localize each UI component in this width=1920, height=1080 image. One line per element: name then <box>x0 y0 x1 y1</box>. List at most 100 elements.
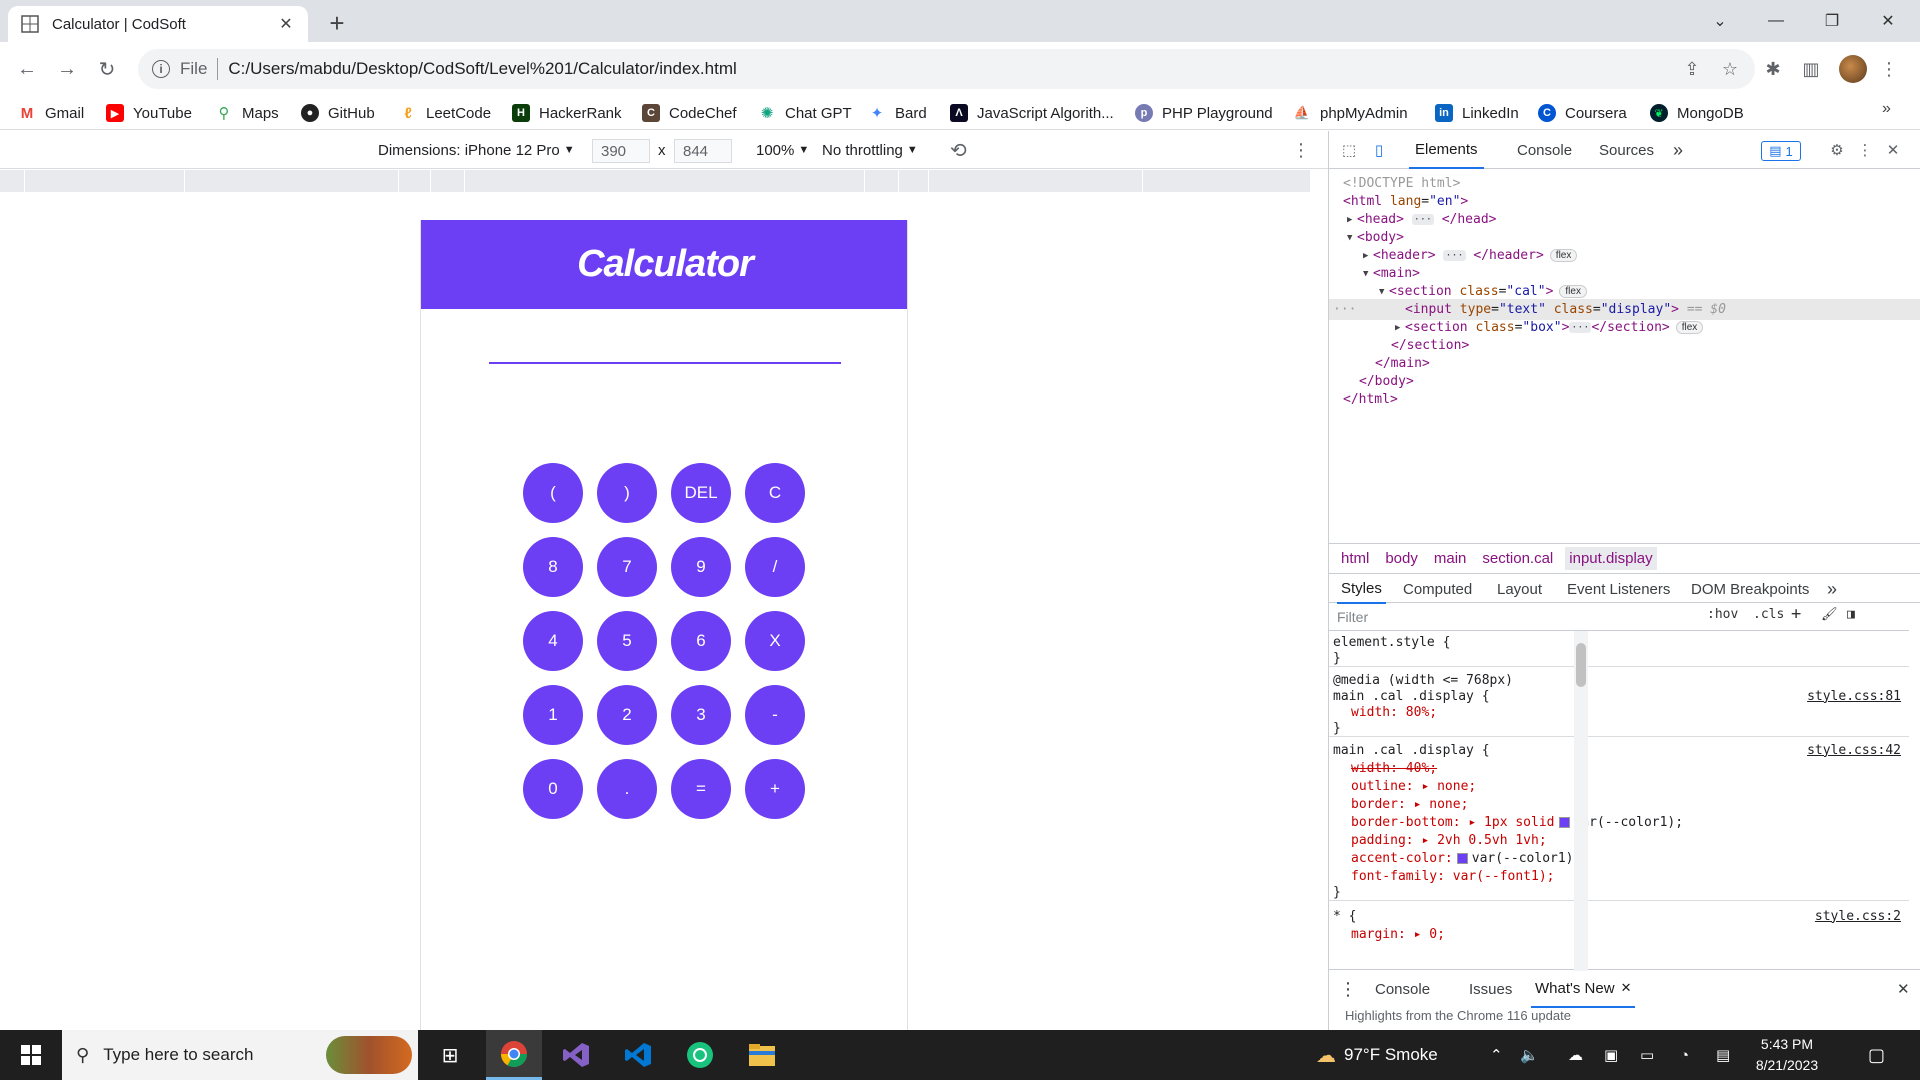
expand-triangle-icon[interactable]: ▶ <box>1395 323 1405 333</box>
toggle-sidebar-icon[interactable]: ◨ <box>1847 607 1855 622</box>
key-0[interactable]: 0 <box>523 759 583 819</box>
bookmark-bard[interactable]: ✦ Bard <box>868 100 927 126</box>
key-delete[interactable]: DEL <box>671 463 731 523</box>
tab-styles[interactable]: Styles <box>1337 574 1386 604</box>
source-link[interactable]: style.css:81 <box>1807 689 1901 704</box>
key-8[interactable]: 8 <box>523 537 583 597</box>
rotate-icon[interactable]: ⟲ <box>950 131 967 169</box>
device-width-input[interactable]: 390 <box>592 139 650 163</box>
tab-elements[interactable]: Elements <box>1409 131 1484 169</box>
profile-avatar[interactable] <box>1839 55 1867 83</box>
tab-layout[interactable]: Layout <box>1497 574 1542 604</box>
css-declaration[interactable]: width: 80%; <box>1333 703 1437 721</box>
collapse-triangle-icon[interactable]: ▼ <box>1347 233 1357 243</box>
hov-button[interactable]: :hov <box>1707 607 1738 622</box>
windows-start-icon[interactable] <box>10 1030 52 1080</box>
tab-computed[interactable]: Computed <box>1403 574 1472 604</box>
scrollbar-thumb[interactable] <box>1576 643 1586 687</box>
collapse-triangle-icon[interactable]: ▼ <box>1363 269 1373 279</box>
chatgpt-app-icon[interactable] <box>672 1030 728 1080</box>
vscode-icon[interactable] <box>610 1030 666 1080</box>
bookmark-youtube[interactable]: ▶ YouTube <box>106 100 192 126</box>
side-panel-icon[interactable]: ▥ <box>1794 52 1828 86</box>
more-tabs-icon[interactable]: » <box>1673 131 1683 169</box>
onedrive-icon[interactable]: ☁ <box>1568 1030 1583 1080</box>
inspect-element-icon[interactable]: ⬚ <box>1337 139 1361 161</box>
browser-tab[interactable]: Calculator | CodSoft ✕ <box>8 6 308 42</box>
bookmark-github[interactable]: ● GitHub <box>301 100 375 126</box>
calculator-display-input[interactable] <box>489 362 841 364</box>
breadcrumb-input-display[interactable]: input.display <box>1565 547 1657 570</box>
rule-selector[interactable]: * { <box>1333 909 1356 924</box>
bookmark-linkedin[interactable]: in LinkedIn <box>1435 100 1519 126</box>
css-declaration[interactable]: font-family: var(--font1); <box>1333 867 1555 885</box>
more-style-tabs-icon[interactable]: » <box>1827 574 1837 604</box>
rule-selector[interactable]: main .cal .display { <box>1333 743 1490 758</box>
task-view-icon[interactable]: ⊞ <box>422 1030 478 1080</box>
key-decimal[interactable]: . <box>597 759 657 819</box>
tab-console[interactable]: Console <box>1517 131 1572 169</box>
bookmark-phpmyadmin[interactable]: ⛵ phpMyAdmin <box>1293 100 1408 126</box>
bookmark-maps[interactable]: ⚲ Maps <box>215 100 279 126</box>
bookmark-mongodb[interactable]: ❦ MongoDB <box>1650 100 1744 126</box>
key-equals[interactable]: = <box>671 759 731 819</box>
bookmarks-overflow-icon[interactable]: » <box>1882 100 1891 118</box>
source-link[interactable]: style.css:42 <box>1807 743 1901 758</box>
ellipsis-badge[interactable]: ··· <box>1569 322 1592 333</box>
key-1[interactable]: 1 <box>523 685 583 745</box>
breadcrumb-body[interactable]: body <box>1381 547 1422 570</box>
css-declaration[interactable]: margin: ▸ 0; <box>1333 925 1445 943</box>
drawer-tab-issues[interactable]: Issues <box>1469 970 1512 1008</box>
zoom-select[interactable]: 100% ▼ <box>756 131 809 169</box>
device-dimensions-select[interactable]: Dimensions: iPhone 12 Pro ▼ <box>378 131 575 169</box>
css-declaration[interactable]: padding: ▸ 2vh 0.5vh 1vh; <box>1333 831 1547 849</box>
key-4[interactable]: 4 <box>523 611 583 671</box>
key-6[interactable]: 6 <box>671 611 731 671</box>
forward-icon[interactable]: → <box>50 52 84 86</box>
flex-badge[interactable]: flex <box>1675 321 1704 334</box>
key-5[interactable]: 5 <box>597 611 657 671</box>
bookmark-star-icon[interactable]: ☆ <box>1713 49 1747 89</box>
css-declaration[interactable]: accent-color: var(--color1); <box>1333 849 1581 867</box>
key-2[interactable]: 2 <box>597 685 657 745</box>
bookmark-codechef[interactable]: C CodeChef <box>642 100 737 126</box>
device-toolbar-menu-icon[interactable]: ⋮ <box>1292 131 1310 169</box>
ellipsis-badge[interactable]: ··· <box>1411 214 1434 225</box>
device-height-input[interactable]: 844 <box>674 139 732 163</box>
visual-studio-icon[interactable] <box>548 1030 604 1080</box>
tab-close-icon[interactable]: ✕ <box>276 14 296 34</box>
wifi-icon[interactable]: ◔ <box>1680 1030 1689 1080</box>
back-icon[interactable]: ← <box>10 52 44 86</box>
breadcrumb-section-cal[interactable]: section.cal <box>1478 547 1557 570</box>
info-icon[interactable]: i <box>152 60 170 78</box>
key-clear[interactable]: C <box>745 463 805 523</box>
paint-brush-icon[interactable]: 🖌 <box>1821 607 1838 622</box>
styles-scrollbar[interactable] <box>1574 631 1588 971</box>
close-tab-icon[interactable]: ✕ <box>1621 980 1632 996</box>
taskbar-search-box[interactable]: ⚲ Type here to search <box>62 1030 418 1080</box>
collapse-triangle-icon[interactable]: ▼ <box>1379 287 1389 297</box>
breadcrumb-html[interactable]: html <box>1337 547 1373 570</box>
extensions-icon[interactable]: ✱ <box>1756 52 1790 86</box>
share-icon[interactable]: ⇪ <box>1675 49 1709 89</box>
drawer-tab-whats-new[interactable]: What's New ✕ <box>1531 970 1636 1008</box>
ellipsis-badge[interactable]: ··· <box>1443 250 1466 261</box>
bookmark-javascript-algorithms[interactable]: Λ JavaScript Algorith... <box>950 100 1114 126</box>
tab-sources[interactable]: Sources <box>1599 131 1654 169</box>
bookmark-hackerrank[interactable]: H HackerRank <box>512 100 622 126</box>
css-declaration[interactable]: border: ▸ none; <box>1333 795 1468 813</box>
meet-now-icon[interactable]: ▣ <box>1604 1030 1618 1080</box>
cls-button[interactable]: .cls <box>1753 607 1784 622</box>
source-link[interactable]: style.css:2 <box>1815 909 1901 924</box>
flex-badge[interactable]: flex <box>1559 285 1587 298</box>
css-declaration[interactable]: border-bottom: ▸ 1px solid var(--color1); <box>1333 813 1683 831</box>
flex-badge[interactable]: flex <box>1549 249 1578 262</box>
bookmark-php-playground[interactable]: p PHP Playground <box>1135 100 1273 126</box>
expand-triangle-icon[interactable]: ▶ <box>1347 215 1357 225</box>
color-swatch[interactable] <box>1456 852 1468 864</box>
rule-selector[interactable]: main .cal .display { <box>1333 689 1490 704</box>
bookmark-chatgpt[interactable]: ✺ Chat GPT <box>758 100 852 126</box>
weather-widget[interactable]: ☁ 97°F Smoke <box>1316 1030 1438 1080</box>
key-close-paren[interactable]: ) <box>597 463 657 523</box>
key-divide[interactable]: / <box>745 537 805 597</box>
